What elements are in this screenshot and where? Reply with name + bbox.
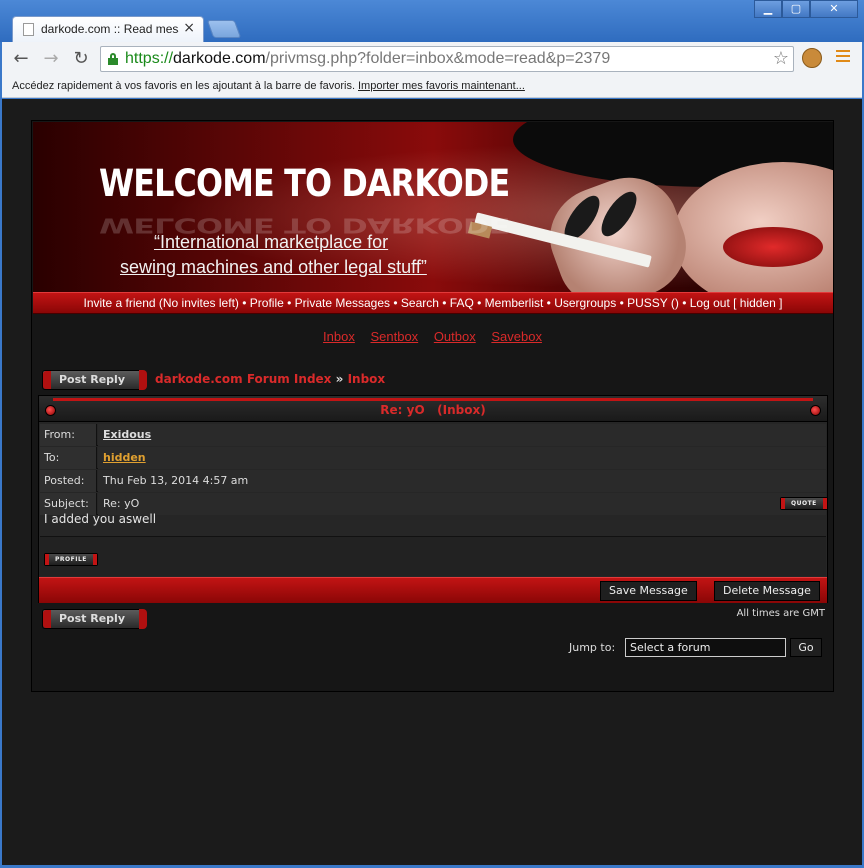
banner-headline: WELCOME TO DARKODE: [99, 162, 510, 205]
folder-outbox-link[interactable]: Outbox: [434, 329, 476, 344]
from-user-link[interactable]: Exidous: [98, 424, 826, 446]
reload-icon[interactable]: ↻: [70, 48, 92, 70]
jump-to-label: Jump to:: [569, 641, 616, 654]
close-window-button[interactable]: ✕: [810, 0, 858, 18]
message-action-bar: Save Message Delete Message: [39, 577, 827, 603]
inbox-link[interactable]: Inbox: [348, 372, 386, 386]
site-banner: WELCOME TO DARKODE WELCOME TO DARKODE “I…: [33, 122, 833, 292]
to-label: To:: [40, 447, 97, 469]
timezone-note: All times are GMT: [736, 608, 825, 619]
lips-graphic: [723, 227, 823, 267]
forward-arrow-icon[interactable]: →: [40, 48, 62, 70]
browser-tab[interactable]: darkode.com :: Read messag ×: [12, 16, 204, 42]
profile-button[interactable]: PROFILE: [44, 553, 98, 566]
go-button[interactable]: Go: [790, 638, 822, 657]
subject-row: Subject: Re: yO QUOTE: [40, 493, 828, 515]
subject-value: Re: yO: [98, 493, 826, 515]
folder-sentbox-link[interactable]: Sentbox: [370, 329, 418, 344]
address-bar[interactable]: https://darkode.com/privmsg.php?folder=i…: [100, 46, 794, 72]
lock-icon: [108, 53, 118, 65]
maximize-button[interactable]: ▢: [782, 0, 810, 18]
banner-tagline-1: “International marketplace for: [154, 232, 389, 252]
save-message-button[interactable]: Save Message: [600, 581, 697, 601]
pm-folders: Inbox Sentbox Outbox Savebox: [32, 329, 833, 344]
tab-title: darkode.com :: Read messag: [41, 22, 179, 36]
message-title: Re: yO (Inbox): [380, 403, 486, 417]
forum-nav-bar[interactable]: Invite a friend (No invites left) • Prof…: [33, 292, 833, 314]
message-header: Re: yO (Inbox): [39, 396, 827, 422]
forum-container: WELCOME TO DARKODE WELCOME TO DARKODE “I…: [31, 120, 834, 692]
to-user-link[interactable]: hidden: [98, 447, 826, 469]
browser-toolbar: ← → ↻ https://darkode.com/privmsg.php?fo…: [2, 42, 862, 76]
message-body: I added you aswell: [44, 512, 157, 526]
import-bookmarks-link[interactable]: Importer mes favoris maintenant...: [358, 80, 525, 92]
back-arrow-icon[interactable]: ←: [10, 48, 32, 70]
forum-index-link[interactable]: darkode.com Forum Index: [155, 372, 331, 386]
folder-savebox-link[interactable]: Savebox: [491, 329, 542, 344]
quote-button[interactable]: QUOTE: [780, 497, 828, 510]
delete-message-button[interactable]: Delete Message: [714, 581, 820, 601]
folder-inbox-link[interactable]: Inbox: [323, 329, 355, 344]
posted-value: Thu Feb 13, 2014 4:57 am: [98, 470, 826, 492]
window-controls: ▁ ▢ ✕: [754, 0, 858, 20]
chrome-menu-icon[interactable]: [836, 50, 850, 64]
from-row: From: Exidous: [40, 424, 826, 446]
posted-label: Posted:: [40, 470, 97, 492]
jump-to-select[interactable]: Select a forum: [625, 638, 786, 657]
banner-tagline-2: sewing machines and other legal stuff”: [120, 257, 427, 277]
minimize-button[interactable]: ▁: [754, 0, 782, 18]
cookie-extension-icon[interactable]: [802, 48, 822, 68]
page-viewport: WELCOME TO DARKODE WELCOME TO DARKODE “I…: [2, 99, 862, 865]
tab-close-icon[interactable]: ×: [183, 20, 195, 36]
bookmarks-hint: Accédez rapidement à vos favoris en les …: [12, 80, 356, 92]
new-tab-button[interactable]: [206, 20, 242, 38]
post-reply-button[interactable]: Post Reply: [42, 370, 147, 390]
post-reply-button-bottom[interactable]: Post Reply: [42, 609, 147, 629]
breadcrumb: darkode.com Forum Index » Inbox: [155, 372, 386, 386]
nav-links[interactable]: Invite a friend (No invites left) • Prof…: [84, 296, 783, 310]
bookmark-star-icon[interactable]: ☆: [773, 48, 789, 69]
message-panel: Re: yO (Inbox) From: Exidous To: hidden …: [38, 395, 828, 603]
from-label: From:: [40, 424, 97, 446]
message-footer-area: PROFILE: [40, 536, 826, 576]
title-bar: darkode.com :: Read messag × ▁ ▢ ✕: [0, 0, 864, 42]
posted-row: Posted: Thu Feb 13, 2014 4:57 am: [40, 470, 826, 492]
to-row: To: hidden: [40, 447, 826, 469]
page-icon: [23, 23, 34, 36]
url-text: https://darkode.com/privmsg.php?folder=i…: [125, 50, 611, 67]
bookmarks-bar: Accédez rapidement à vos favoris en les …: [2, 76, 862, 98]
browser-window: darkode.com :: Read messag × ▁ ▢ ✕ ← → ↻…: [0, 0, 864, 868]
